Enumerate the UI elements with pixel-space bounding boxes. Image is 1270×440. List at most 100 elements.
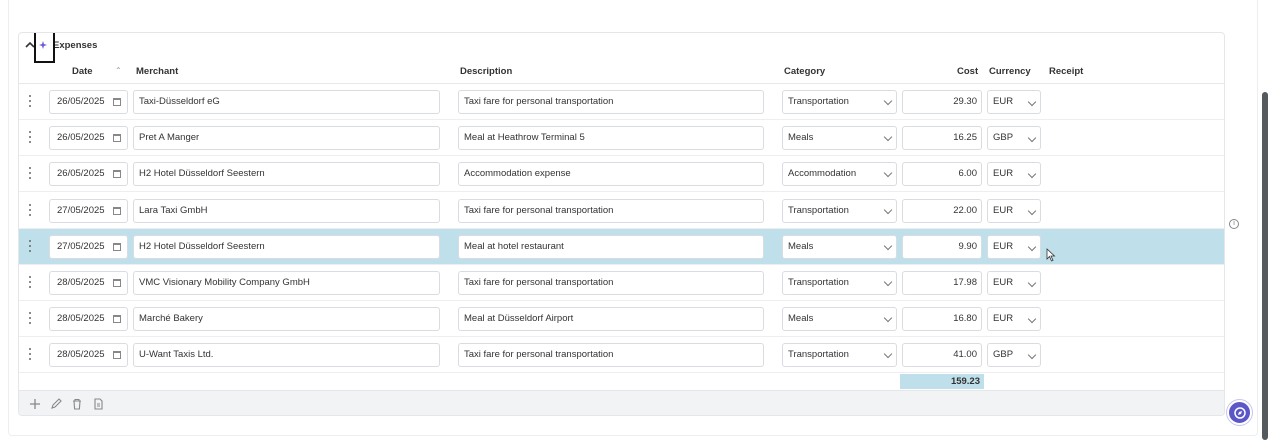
currency-select[interactable]: EUR [987, 198, 1041, 223]
column-header-currency[interactable]: Currency [989, 66, 1031, 77]
column-header-date[interactable]: Date [72, 66, 93, 77]
description-field[interactable]: Taxi fare for personal transportation [458, 343, 764, 368]
date-field[interactable]: 26/05/2025 [49, 90, 128, 114]
currency-value: GBP [993, 132, 1014, 144]
date-field[interactable]: 27/05/2025 [49, 234, 128, 259]
table-row[interactable]: 27/05/2025 Lara Taxi GmbH Taxi fare for pe… [19, 193, 1224, 229]
category-select[interactable]: Meals [782, 126, 897, 151]
drag-handle-icon[interactable] [28, 203, 31, 216]
calendar-icon[interactable] [113, 170, 121, 179]
merchant-field[interactable]: U-Want Taxis Ltd. [133, 343, 440, 368]
cost-field[interactable]: 41.00 [902, 343, 982, 368]
table-row[interactable]: 28/05/2025 U-Want Taxis Ltd. Taxi fare for… [19, 337, 1224, 374]
description-field[interactable]: Taxi fare for personal transportation [458, 271, 764, 295]
calendar-icon[interactable] [113, 134, 121, 143]
description-field[interactable]: Accommodation expense [458, 162, 764, 187]
table-row[interactable]: 28/05/2025 Marché Bakery Meal at Düsseldor… [19, 301, 1224, 338]
table-row[interactable]: 27/05/2025 H2 Hotel Düsseldorf Seestern Me… [19, 228, 1224, 265]
merchant-field[interactable]: H2 Hotel Düsseldorf Seestern [133, 234, 440, 259]
drag-handle-icon[interactable] [28, 95, 31, 107]
calendar-icon[interactable] [113, 279, 121, 287]
description-field[interactable]: Meal at hotel restaurant [458, 234, 764, 259]
currency-value: EUR [993, 240, 1014, 252]
currency-select[interactable]: EUR [987, 271, 1041, 295]
merchant-field[interactable]: Pret A Manger [133, 126, 440, 151]
category-select[interactable]: Meals [782, 307, 897, 332]
copy-icon[interactable] [91, 397, 105, 411]
column-header-category[interactable]: Category [784, 66, 825, 77]
description-field[interactable]: Taxi fare for personal transportation [458, 198, 764, 223]
cost-field[interactable]: 22.00 [902, 198, 982, 223]
currency-value: GBP [993, 349, 1014, 361]
drag-handle-icon[interactable] [28, 239, 31, 252]
sort-arrow-icon[interactable]: ⌃ [115, 66, 122, 75]
assistant-icon [1233, 406, 1246, 419]
category-value: Meals [788, 132, 814, 144]
category-select[interactable]: Transportation [782, 271, 897, 295]
add-icon[interactable] [28, 397, 42, 411]
edit-icon[interactable] [49, 397, 63, 411]
merchant-field[interactable]: VMC Visionary Mobility Company GmbH [133, 271, 440, 295]
scrollbar[interactable] [1262, 92, 1268, 440]
table-row[interactable]: 28/05/2025 VMC Visionary Mobility Company… [19, 265, 1224, 301]
currency-select[interactable]: EUR [987, 307, 1041, 332]
merchant-field[interactable]: Taxi-Düsseldorf eG [133, 90, 440, 114]
chevron-down-icon [883, 169, 893, 178]
chevron-down-icon [883, 96, 893, 106]
currency-select[interactable]: EUR [987, 234, 1041, 259]
cost-field[interactable]: 17.98 [902, 271, 982, 295]
category-select[interactable]: Accommodation [782, 162, 897, 187]
chevron-down-icon [883, 241, 893, 251]
cost-field[interactable]: 16.80 [902, 307, 982, 332]
currency-select[interactable]: GBP [987, 126, 1041, 151]
assistant-button[interactable] [1227, 400, 1252, 425]
date-field[interactable]: 28/05/2025 [49, 307, 128, 332]
merchant-field[interactable]: H2 Hotel Düsseldorf Seestern [133, 162, 440, 187]
column-header-receipt[interactable]: Receipt [1049, 66, 1083, 77]
date-field[interactable]: 28/05/2025 [49, 343, 128, 368]
date-field[interactable]: 26/05/2025 [49, 162, 128, 187]
column-header-merchant[interactable]: Merchant [136, 66, 178, 77]
calendar-icon[interactable] [113, 206, 121, 215]
calendar-icon[interactable] [113, 351, 121, 360]
category-select[interactable]: Transportation [782, 198, 897, 223]
currency-select[interactable]: GBP [987, 343, 1041, 368]
merchant-field[interactable]: Lara Taxi GmbH [133, 198, 440, 223]
calendar-icon[interactable] [113, 315, 121, 324]
cost-field[interactable]: 16.25 [902, 126, 982, 151]
column-header-cost[interactable]: Cost [957, 66, 978, 77]
calendar-icon[interactable] [113, 242, 121, 251]
currency-value: EUR [993, 204, 1014, 216]
drag-handle-icon[interactable] [28, 131, 31, 144]
table-row[interactable]: 26/05/2025 Pret A Manger Meal at Heathrow … [19, 120, 1224, 157]
category-select[interactable]: Transportation [782, 90, 897, 114]
column-header-description[interactable]: Description [460, 66, 512, 77]
cost-field[interactable]: 29.30 [902, 90, 982, 114]
chevron-down-icon [1027, 351, 1037, 360]
category-select[interactable]: Meals [782, 234, 897, 259]
calendar-icon[interactable] [113, 98, 121, 106]
table-row[interactable]: 26/05/2025 H2 Hotel Düsseldorf Seestern Ac… [19, 156, 1224, 193]
merchant-field[interactable]: Marché Bakery [133, 307, 440, 332]
delete-icon[interactable] [70, 397, 84, 411]
currency-select[interactable]: EUR [987, 90, 1041, 114]
category-select[interactable]: Transportation [782, 343, 897, 368]
date-field[interactable]: 26/05/2025 [49, 126, 128, 151]
info-icon[interactable]: i [1229, 219, 1239, 229]
category-value: Meals [788, 240, 814, 252]
description-field[interactable]: Meal at Düsseldorf Airport [458, 307, 764, 332]
drag-handle-icon[interactable] [28, 276, 31, 288]
table-row[interactable]: 26/05/2025 Taxi-Düsseldorf eG Taxi fare fo… [19, 84, 1224, 120]
date-field[interactable]: 27/05/2025 [49, 198, 128, 223]
currency-value: EUR [993, 313, 1014, 325]
description-field[interactable]: Taxi fare for personal transportation [458, 90, 764, 114]
drag-handle-icon[interactable] [28, 312, 31, 325]
cost-field[interactable]: 9.90 [902, 234, 982, 259]
currency-select[interactable]: EUR [987, 162, 1041, 187]
date-field[interactable]: 28/05/2025 [49, 271, 128, 295]
drag-handle-icon[interactable] [28, 167, 31, 180]
date-value: 26/05/2025 [57, 132, 105, 144]
description-field[interactable]: Meal at Heathrow Terminal 5 [458, 126, 764, 151]
cost-field[interactable]: 6.00 [902, 162, 982, 187]
drag-handle-icon[interactable] [28, 348, 31, 361]
